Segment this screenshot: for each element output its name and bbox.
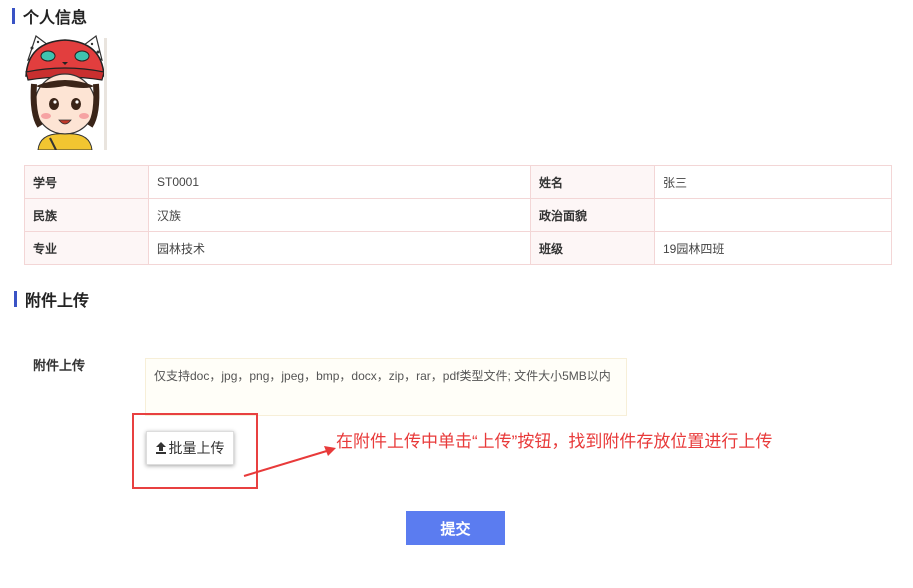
student-info-table: 学号 ST0001 姓名 张三 民族 汉族 政治面貌 专业 园林技术 班级 19… [24,165,892,265]
label-student-id: 学号 [24,165,149,199]
table-row: 专业 园林技术 班级 19园林四班 [24,231,892,265]
batch-upload-label: 批量上传 [168,440,225,456]
section-title-text: 个人信息 [23,10,88,27]
avatar [22,34,108,151]
label-political-status: 政治面貌 [530,198,655,232]
batch-upload-button[interactable]: 批量上传 [146,431,234,465]
label-class: 班级 [530,231,655,265]
table-row: 民族 汉族 政治面貌 [24,198,892,232]
value-political-status [654,198,892,232]
annotation-arrow-icon [243,446,336,477]
instruction-annotation: 在附件上传中单击“上传”按钮，找到附件存放位置进行上传 [336,432,773,451]
value-class: 19园林四班 [654,231,892,265]
value-major: 园林技术 [148,231,531,265]
label-ethnicity: 民族 [24,198,149,232]
section-title-text: 附件上传 [25,293,90,310]
table-row: 学号 ST0001 姓名 张三 [24,165,892,199]
label-major: 专业 [24,231,149,265]
section-accent-bar [12,8,15,24]
upload-hint-box: 仅支持doc，jpg，png，jpeg，bmp，docx，zip，rar，pdf… [145,358,627,416]
section-title-personal: 个人信息 [12,6,88,27]
submit-button[interactable]: 提交 [406,511,505,545]
section-title-attachment: 附件上传 [14,289,90,310]
value-ethnicity: 汉族 [148,198,531,232]
upload-field-label: 附件上传 [33,358,86,373]
upload-arrow-icon [155,442,166,454]
value-name: 张三 [654,165,892,199]
section-accent-bar [14,291,17,307]
value-student-id: ST0001 [148,165,531,199]
label-name: 姓名 [530,165,655,199]
